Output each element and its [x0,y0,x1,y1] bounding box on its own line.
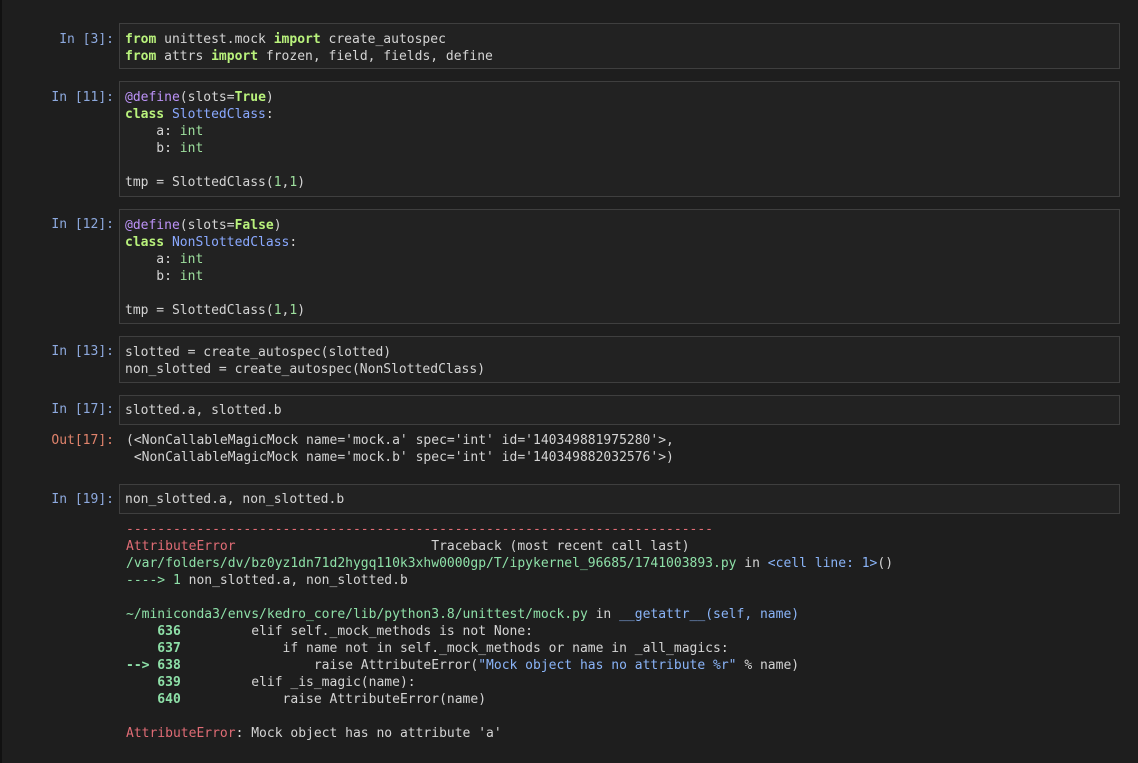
traceback-separator: ----------------------------------------… [126,522,713,537]
line-number: 636 [126,624,181,639]
code-text: b: [125,269,180,284]
input-prompt: In [12]: [51,217,114,232]
traceback-label: Traceback (most recent call last) [235,539,690,554]
code-text: : [265,107,274,122]
notebook: In [3]: from unittest.mock import create… [2,0,1138,763]
file-path-link[interactable]: /var/folders/dv/bz0yz1dn71d2hygq110k3xhw… [126,556,736,571]
keyword: False [234,218,274,233]
type-name: int [179,269,204,284]
output-text: (<NonCallableMagicMock name='mock.a' spe… [126,432,674,466]
input-prompt: In [3]: [59,32,114,47]
traceback: ----------------------------------------… [126,521,893,742]
file-path-link[interactable]: ~/miniconda3/envs/kedro_core/lib/python3… [126,607,588,622]
code-input[interactable]: slotted = create_autospec(slotted) non_s… [119,336,1120,383]
frame-code: % name) [736,658,800,673]
code-text: slotted = create_autospec(slotted) [125,345,392,360]
input-prompt: In [13]: [51,344,114,359]
code-text: : [289,235,298,250]
code-text: non_slotted.a, non_slotted.b [125,492,345,507]
line-number: 640 [126,692,181,707]
keyword: True [234,90,266,105]
type-name: int [179,252,204,267]
code-input[interactable]: @define(slots=False) class NonSlottedCla… [119,209,1120,324]
frame-code: raise AttributeError( [180,658,479,673]
class-name: NonSlottedClass [171,235,290,250]
code-text: b: [125,141,180,156]
output-line: <NonCallableMagicMock name='mock.b' spec… [126,450,674,465]
decorator: @define [125,90,180,105]
output-prompt: Out[17]: [51,433,114,448]
keyword: class [125,235,165,250]
type-name: int [179,124,204,139]
output-line: (<NonCallableMagicMock name='mock.a' spe… [126,433,674,448]
final-error-message: : Mock object has no attribute 'a' [235,726,502,741]
line-number: 637 [126,641,181,656]
keyword: from [125,49,157,64]
code-input[interactable]: from unittest.mock import create_autospe… [119,23,1120,69]
frame-code: raise AttributeError(name) [180,692,487,707]
number: 1 [273,175,282,190]
input-prompt: In [17]: [51,402,114,417]
code-text: tmp = SlottedClass( [125,175,274,190]
input-prompt: In [11]: [51,90,114,105]
type-name: int [179,141,204,156]
cell-line-ref: <cell line: 1> [767,556,878,571]
parens: () [877,556,894,571]
code-text: a: [125,124,180,139]
arrow-marker: ----> 1 [126,573,181,588]
decorator: @define [125,218,180,233]
string-literal: "Mock object has no attribute %r" [478,658,737,673]
line-number-current: --> 638 [126,658,181,673]
line-number: 639 [126,675,181,690]
code-text: frozen, field, fields, define [258,49,493,64]
class-name: SlottedClass [171,107,266,122]
in-word: in [587,607,620,622]
keyword: import [273,32,321,47]
code-text: ) [265,90,274,105]
code-text: ) [297,175,306,190]
final-error-name: AttributeError [126,726,236,741]
code-text: unittest.mock [156,32,274,47]
code-text: non_slotted = create_autospec(NonSlotted… [125,362,486,377]
code-text: slotted.a, slotted.b [125,403,282,418]
frame-code: if name not in self._mock_methods or nam… [180,641,729,656]
code-input[interactable]: slotted.a, slotted.b [119,395,1120,425]
error-name: AttributeError [126,539,236,554]
code-text: ) [297,303,306,318]
in-word: in [736,556,768,571]
keyword: import [211,49,259,64]
code-text: (slots= [179,218,235,233]
number: 1 [273,303,282,318]
function-args: (self, name) [705,607,800,622]
code-text: a: [125,252,180,267]
code-text: attrs [156,49,212,64]
function-name: __getattr__ [619,607,706,622]
frame-code: elif _is_magic(name): [180,675,416,690]
code-text: ) [273,218,282,233]
input-prompt: In [19]: [51,492,114,507]
code-text: (slots= [179,90,235,105]
code-input[interactable]: @define(slots=True) class SlottedClass: … [119,81,1120,197]
code-text: create_autospec [320,32,446,47]
code-input[interactable]: non_slotted.a, non_slotted.b [119,484,1120,514]
arrow-code: non_slotted.a, non_slotted.b [180,573,408,588]
keyword: from [125,32,157,47]
frame-code: elif self._mock_methods is not None: [180,624,533,639]
keyword: class [125,107,165,122]
code-text: tmp = SlottedClass( [125,303,274,318]
